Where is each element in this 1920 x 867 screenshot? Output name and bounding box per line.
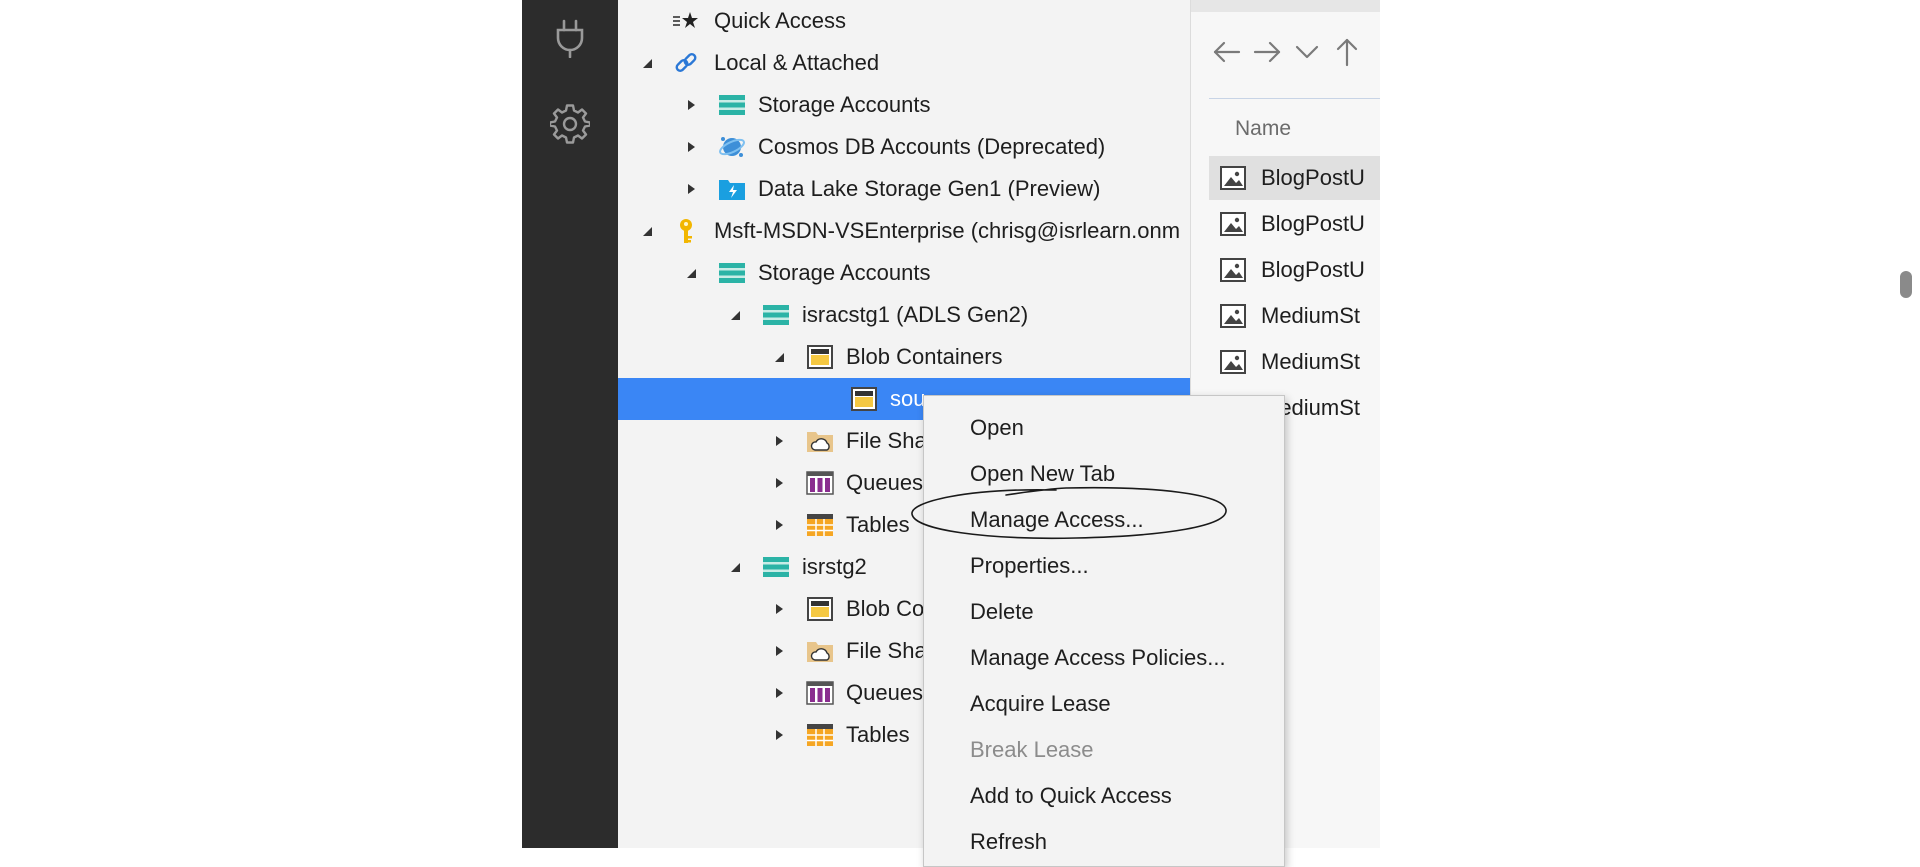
activity-bar	[522, 0, 618, 848]
storage-account-icon	[718, 92, 746, 118]
context-menu: Open Open New Tab Manage Access... Prope…	[923, 395, 1285, 867]
collapsed-twisty-icon[interactable]	[770, 420, 788, 462]
collapsed-twisty-icon[interactable]	[770, 714, 788, 756]
tree-label: File Sha	[846, 638, 927, 663]
menu-item-refresh[interactable]: Refresh	[924, 819, 1284, 865]
tree-item-quick-access[interactable]: Quick Access	[618, 0, 1190, 42]
tree-item-local-storage-accounts[interactable]: Storage Accounts	[618, 84, 1190, 126]
tree-label: sou	[890, 386, 926, 411]
queue-icon	[806, 680, 834, 706]
file-share-icon	[806, 428, 834, 454]
tree-label: Quick Access	[714, 8, 847, 33]
expanded-twisty-icon[interactable]	[638, 210, 656, 252]
data-lake-icon	[718, 176, 746, 202]
expanded-twisty-icon[interactable]	[682, 252, 700, 294]
collapsed-twisty-icon[interactable]	[682, 84, 700, 126]
storage-account-icon	[762, 302, 790, 328]
tree-label: Queues	[846, 680, 924, 705]
tree-label: Data Lake Storage Gen1 (Preview)	[758, 176, 1101, 201]
tree-item-blob-containers[interactable]: Blob Containers	[618, 336, 1190, 378]
tree-item-account-isracstg1[interactable]: isracstg1 (ADLS Gen2)	[618, 294, 1190, 336]
menu-item-delete[interactable]: Delete	[924, 589, 1284, 635]
image-file-icon	[1219, 302, 1247, 330]
expanded-twisty-icon[interactable]	[726, 546, 744, 588]
image-file-icon	[1219, 164, 1247, 192]
menu-item-break-lease: Break Lease	[970, 737, 1094, 762]
tree-label: Local & Attached	[714, 50, 880, 75]
tree-label: Storage Accounts	[758, 92, 931, 117]
back-arrow-icon[interactable]	[1211, 36, 1243, 68]
expanded-twisty-icon[interactable]	[638, 42, 656, 84]
blob-container-icon	[850, 386, 878, 412]
quick-access-icon	[672, 8, 700, 34]
tree-item-local-attached[interactable]: Local & Attached	[618, 42, 1190, 84]
tree-label: isracstg1 (ADLS Gen2)	[802, 302, 1029, 327]
tree-label: Tables	[846, 512, 910, 537]
link-icon	[672, 50, 700, 76]
menu-item-manage-access-policies[interactable]: Manage Access Policies...	[924, 635, 1284, 681]
up-arrow-icon[interactable]	[1331, 36, 1363, 68]
expanded-twisty-icon[interactable]	[770, 336, 788, 378]
file-name: BlogPostU	[1261, 165, 1365, 190]
collapsed-twisty-icon[interactable]	[770, 462, 788, 504]
file-row[interactable]: MediumSt	[1209, 294, 1380, 338]
collapsed-twisty-icon[interactable]	[770, 630, 788, 672]
menu-item-open[interactable]: Open	[924, 405, 1284, 451]
file-name: BlogPostU	[1261, 211, 1365, 236]
tree-item-subscription[interactable]: Msft-MSDN-VSEnterprise (chrisg@isrlearn.…	[618, 210, 1190, 252]
file-row[interactable]: BlogPostU	[1209, 202, 1380, 246]
menu-item-open-new-tab[interactable]: Open New Tab	[924, 451, 1284, 497]
image-file-icon	[1219, 348, 1247, 376]
storage-account-icon	[762, 554, 790, 580]
file-row[interactable]: BlogPostU	[1209, 156, 1380, 200]
file-row[interactable]: MediumSt	[1209, 340, 1380, 384]
page-scrollbar-thumb[interactable]	[1900, 271, 1912, 298]
collapsed-twisty-icon[interactable]	[682, 168, 700, 210]
tree-label: Tables	[846, 722, 910, 747]
file-share-icon	[806, 638, 834, 664]
expanded-twisty-icon[interactable]	[726, 294, 744, 336]
tree-label: Blob Co	[846, 596, 925, 621]
blob-container-icon	[806, 344, 834, 370]
file-row[interactable]: BlogPostU	[1209, 248, 1380, 292]
tree-label: Blob Containers	[846, 344, 1003, 369]
tree-item-storage-accounts[interactable]: Storage Accounts	[618, 252, 1190, 294]
plug-icon[interactable]	[550, 18, 590, 58]
file-name: MediumSt	[1261, 349, 1361, 374]
menu-item-add-quick-access[interactable]: Add to Quick Access	[924, 773, 1284, 819]
cosmos-db-icon	[718, 134, 746, 160]
file-name: MediumSt	[1261, 303, 1361, 328]
collapsed-twisty-icon[interactable]	[770, 504, 788, 546]
table-icon	[806, 512, 834, 538]
column-header-name[interactable]: Name	[1235, 112, 1291, 146]
image-file-icon	[1219, 256, 1247, 284]
queue-icon	[806, 470, 834, 496]
file-name: BlogPostU	[1261, 257, 1365, 282]
menu-item-acquire-lease[interactable]: Acquire Lease	[924, 681, 1284, 727]
tree-item-cosmos-db[interactable]: Cosmos DB Accounts (Deprecated)	[618, 126, 1190, 168]
storage-account-icon	[718, 260, 746, 286]
tree-label: isrstg2	[802, 554, 867, 579]
forward-arrow-icon[interactable]	[1251, 36, 1283, 68]
tab-strip	[1191, 0, 1380, 12]
collapsed-twisty-icon[interactable]	[770, 588, 788, 630]
key-icon	[672, 218, 700, 244]
menu-item-properties[interactable]: Properties...	[924, 543, 1284, 589]
collapsed-twisty-icon[interactable]	[770, 672, 788, 714]
toolbar-divider	[1209, 98, 1380, 99]
menu-item-manage-access[interactable]: Manage Access...	[924, 497, 1284, 543]
tree-label: Queues	[846, 470, 924, 495]
tree-label: File Sha	[846, 428, 927, 453]
chevron-down-icon[interactable]	[1291, 36, 1323, 68]
tree-label: Msft-MSDN-VSEnterprise (chrisg@isrlearn.…	[714, 218, 1181, 243]
collapsed-twisty-icon[interactable]	[682, 126, 700, 168]
tree-item-data-lake[interactable]: Data Lake Storage Gen1 (Preview)	[618, 168, 1190, 210]
tree-label: Storage Accounts	[758, 260, 931, 285]
table-icon	[806, 722, 834, 748]
blob-container-icon	[806, 596, 834, 622]
gear-icon[interactable]	[550, 104, 590, 144]
image-file-icon	[1219, 210, 1247, 238]
tree-label: Cosmos DB Accounts (Deprecated)	[758, 134, 1106, 159]
